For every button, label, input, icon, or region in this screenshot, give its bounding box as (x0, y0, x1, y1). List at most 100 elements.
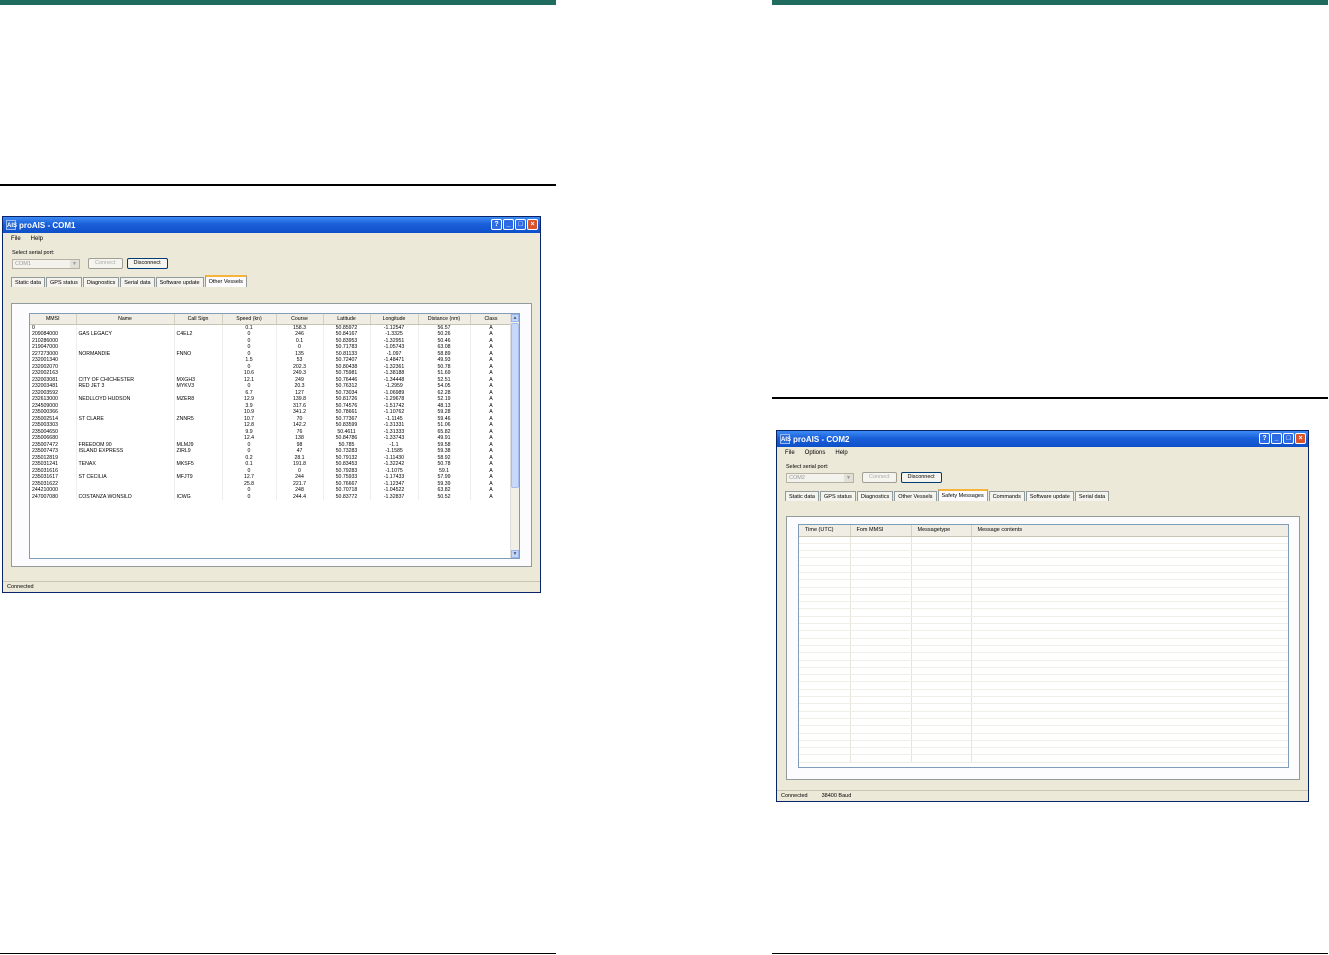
tab-diagnostics[interactable]: Diagnostics (856, 491, 894, 501)
scroll-thumb[interactable] (511, 323, 519, 488)
empty-cell (850, 696, 912, 705)
empty-cell (971, 594, 1288, 603)
maximize-icon[interactable]: □ (515, 219, 526, 230)
col-class[interactable]: Class (470, 314, 513, 325)
table-cell: 50.83772 (323, 493, 371, 500)
empty-cell (850, 711, 912, 719)
serial-port-label: Select serial port: (12, 250, 55, 256)
empty-cell (799, 536, 851, 544)
connect-button[interactable]: Connect (88, 258, 123, 269)
empty-row (799, 681, 1288, 690)
empty-cell (850, 703, 912, 712)
col-latitude[interactable]: Latitude (323, 314, 371, 325)
tab-static-data[interactable]: Static data (785, 491, 819, 501)
chevron-down-icon[interactable]: ▼ (70, 259, 79, 268)
minimize-icon[interactable]: _ (503, 219, 514, 230)
tab-other-vessels[interactable]: Other Vessels (204, 275, 247, 287)
tab-gps-status[interactable]: GPS status (46, 277, 82, 287)
col-speed[interactable]: Speed (kn) (222, 314, 277, 325)
empty-cell (850, 733, 912, 741)
minimize-icon[interactable]: _ (1271, 433, 1282, 444)
empty-row (799, 754, 1288, 763)
empty-cell (911, 652, 972, 661)
empty-row (799, 565, 1288, 574)
table-row[interactable]: 0 0.1 158.3 50.85972 -1.12547 56.57 A (30, 324, 513, 331)
help-icon[interactable]: ? (1259, 433, 1270, 444)
tab-serial-data[interactable]: Serial data (1074, 491, 1110, 501)
tab-strip: Static data GPS status Diagnostics Other… (785, 489, 1308, 501)
table-row[interactable]: 247007080 COSTANZA WONSILD ICWG 0 244.4 50.83… (30, 493, 513, 500)
empty-row (799, 703, 1288, 712)
empty-cell (911, 557, 972, 566)
empty-row (799, 579, 1288, 588)
disconnect-button[interactable]: Disconnect (126, 258, 168, 269)
menu-options[interactable]: Options (805, 450, 826, 456)
title-bar[interactable]: AIS proAIS - COM2 ? _ □ × (777, 431, 1308, 447)
section-rule-left (0, 184, 556, 186)
help-icon[interactable]: ? (491, 219, 502, 230)
close-icon[interactable]: × (527, 219, 538, 230)
tab-gps-status[interactable]: GPS status (820, 491, 856, 501)
empty-cell (799, 660, 851, 668)
maximize-icon[interactable]: □ (1283, 433, 1294, 444)
menu-help[interactable]: Help (835, 450, 847, 456)
empty-cell (971, 652, 1288, 661)
connect-button[interactable]: Connect (862, 472, 897, 483)
col-call-sign[interactable]: Call Sign (174, 314, 223, 325)
menu-help[interactable]: Help (31, 236, 43, 242)
app-icon: AIS (780, 434, 791, 444)
empty-row (799, 667, 1288, 676)
top-rule-left (0, 0, 556, 5)
title-bar[interactable]: AIS proAIS - COM1 ? _ □ × (3, 217, 540, 233)
empty-cell (850, 645, 912, 654)
empty-cell (911, 733, 972, 741)
col-name[interactable]: Name (76, 314, 175, 325)
col-message-type[interactable]: Messagetype (911, 525, 972, 537)
tab-software-update[interactable]: Software update (155, 277, 204, 287)
table-cell (76, 324, 175, 331)
tab-other-vessels[interactable]: Other Vessels (894, 491, 937, 501)
empty-row (799, 733, 1288, 741)
scroll-up-icon[interactable]: ▲ (511, 314, 519, 322)
col-from-mmsi[interactable]: Fom MMSI (850, 525, 912, 537)
vertical-scrollbar[interactable]: ▲ ▼ (510, 314, 519, 558)
serial-port-value: COM1 (15, 260, 31, 267)
close-icon[interactable]: × (1295, 433, 1306, 444)
empty-cell (911, 711, 972, 719)
empty-cell (850, 747, 912, 756)
col-distance[interactable]: Distance (nm) (418, 314, 471, 325)
col-course[interactable]: Course (276, 314, 324, 325)
col-time-utc[interactable]: Time (UTC) (799, 525, 851, 537)
tab-safety-messages[interactable]: Safety Messages (937, 489, 988, 501)
scroll-down-icon[interactable]: ▼ (511, 550, 519, 558)
menu-file[interactable]: File (11, 236, 21, 242)
empty-cell (850, 630, 912, 639)
baud-rate: 38400 Baud (821, 793, 852, 799)
tab-static-data[interactable]: Static data (11, 277, 45, 287)
empty-cell (911, 638, 972, 646)
empty-cell (971, 733, 1288, 741)
chevron-down-icon[interactable]: ▼ (844, 473, 853, 482)
empty-cell (799, 725, 851, 734)
empty-cell (971, 579, 1288, 588)
serial-port-select[interactable]: COM2 ▼ (786, 472, 854, 483)
col-longitude[interactable]: Longitude (370, 314, 419, 325)
proais-window-com2: AIS proAIS - COM2 ? _ □ × File Options H… (776, 430, 1309, 802)
tab-commands[interactable]: Commands (988, 491, 1025, 501)
empty-cell (850, 579, 912, 588)
col-mmsi[interactable]: MMSI (30, 314, 77, 325)
empty-cell (971, 608, 1288, 617)
tab-diagnostics[interactable]: Diagnostics (82, 277, 120, 287)
empty-cell (971, 667, 1288, 676)
menu-file[interactable]: File (785, 450, 795, 456)
tab-software-update[interactable]: Software update (1025, 491, 1074, 501)
empty-cell (850, 740, 912, 749)
tab-serial-data[interactable]: Serial data (120, 277, 155, 287)
serial-port-select[interactable]: COM1 ▼ (12, 258, 80, 269)
table-body (799, 536, 1288, 763)
col-message-contents[interactable]: Message contents (971, 525, 1288, 537)
empty-cell (799, 645, 851, 654)
empty-cell (911, 616, 972, 625)
disconnect-button[interactable]: Disconnect (900, 472, 942, 483)
empty-cell (850, 565, 912, 574)
